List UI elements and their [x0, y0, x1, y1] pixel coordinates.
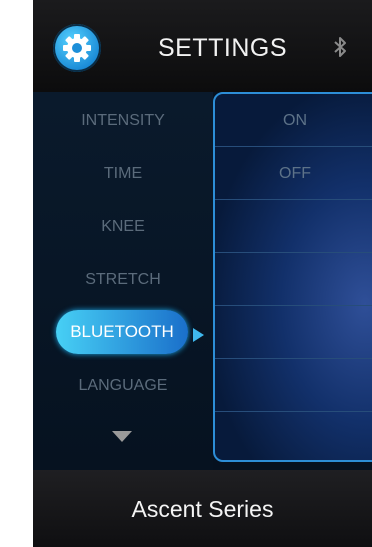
option-empty-row — [215, 200, 372, 253]
menu-item-language[interactable]: LANGUAGE — [33, 377, 213, 395]
device-screen: SETTINGS INTENSITY TIME KNEE STRETCH BLU… — [33, 0, 372, 547]
footer-bar: Ascent Series — [33, 470, 372, 547]
menu-item-stretch[interactable]: STRETCH — [33, 271, 213, 289]
bluetooth-icon — [334, 37, 346, 57]
page-title: SETTINGS — [158, 34, 288, 62]
triangle-down-icon[interactable] — [112, 431, 132, 443]
menu-item-knee[interactable]: KNEE — [33, 218, 213, 236]
option-empty-row — [215, 359, 372, 412]
option-empty-row — [215, 306, 372, 359]
option-off[interactable]: OFF — [215, 147, 372, 200]
footer-brand-text: Ascent Series — [131, 496, 274, 522]
option-empty-row — [215, 253, 372, 306]
settings-menu: INTENSITY TIME KNEE STRETCH BLUETOOTH LA… — [33, 92, 213, 470]
menu-item-bluetooth[interactable]: BLUETOOTH — [56, 310, 188, 354]
header-bar: SETTINGS — [33, 0, 372, 92]
settings-button[interactable] — [53, 24, 101, 72]
options-panel: ON OFF — [213, 92, 372, 470]
triangle-right-icon — [193, 328, 204, 342]
options-box: ON OFF — [213, 92, 372, 462]
menu-item-time[interactable]: TIME — [33, 165, 213, 183]
gear-icon — [63, 34, 91, 62]
menu-item-intensity[interactable]: INTENSITY — [33, 112, 213, 130]
option-on[interactable]: ON — [215, 94, 372, 147]
